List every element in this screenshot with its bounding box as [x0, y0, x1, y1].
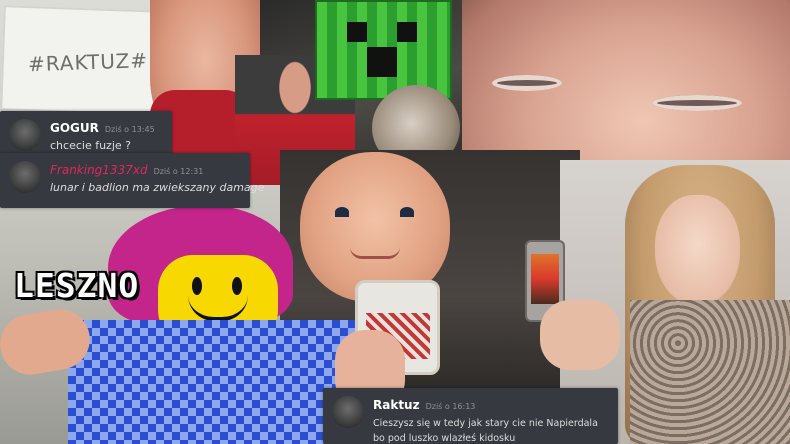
overlay-title: LESZNO [14, 266, 140, 305]
timestamp: Dziś o 16:13 [425, 402, 476, 411]
username: Franking1337xd [50, 163, 148, 177]
avatar [9, 161, 41, 193]
heart-right [400, 207, 414, 217]
eye-right [652, 95, 742, 111]
username: GOGUR [50, 121, 99, 135]
eye-left [492, 75, 562, 91]
avatar [332, 396, 364, 428]
girl-face [655, 195, 740, 305]
message-text: chcecie fuzje ? [50, 139, 131, 152]
egg-face-mouth [350, 247, 400, 259]
roblox-smile [188, 295, 248, 321]
handwritten-sign: #RAKTUZ# [0, 5, 164, 116]
message-text: lunar i badlion ma zwiekszany damage [50, 181, 265, 194]
girl-leopard-top [630, 300, 790, 444]
avatar [9, 119, 41, 151]
roblox-eye-right [232, 277, 242, 295]
chat-message: GOGUR Dziś o 13:45 chcecie fuzje ? [0, 111, 172, 159]
roblox-checkered-shirt [68, 320, 358, 444]
phone-screen [531, 254, 559, 304]
creeper-eye-right [397, 22, 417, 42]
roblox-eye-left [192, 277, 202, 295]
chat-message: Raktuz Dziś o 16:13 Cieszysz się w tedy j… [323, 388, 618, 444]
chat-message: Franking1337xd Dziś o 12:31 lunar i badli… [0, 153, 265, 208]
heart-left [335, 207, 349, 217]
creeper-eye-left [347, 22, 367, 42]
message-text: Cieszysz się w tedy jak stary cie nie Na… [373, 418, 598, 444]
creeper-head-image [315, 0, 452, 100]
girl-hand [540, 300, 620, 370]
sign-text: #RAKTUZ# [27, 48, 149, 77]
timestamp: Dziś o 13:45 [104, 125, 155, 134]
creeper-mouth [367, 47, 397, 77]
username: Raktuz [373, 398, 420, 412]
timestamp: Dziś o 12:31 [153, 167, 204, 176]
